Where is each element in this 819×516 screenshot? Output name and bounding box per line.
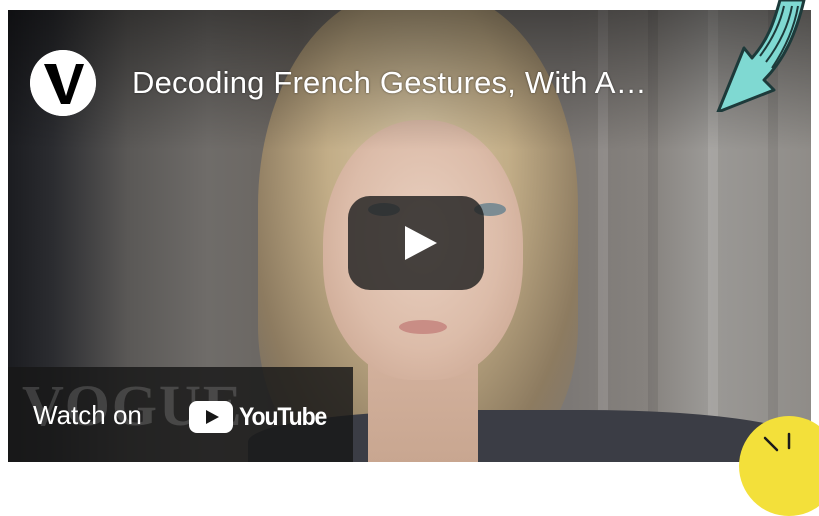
video-title[interactable]: Decoding French Gestures, With A…: [132, 65, 647, 101]
play-button[interactable]: [348, 196, 484, 290]
play-icon: [405, 226, 437, 260]
youtube-logo[interactable]: YouTube: [189, 401, 334, 433]
subject-lips: [399, 320, 447, 334]
channel-avatar[interactable]: [30, 50, 96, 116]
video-player[interactable]: Decoding French Gestures, With A… VOGUE …: [8, 10, 811, 462]
curved-arrow-icon: [716, 0, 806, 112]
vogue-v-logo-icon: [30, 50, 96, 116]
watch-on-label[interactable]: Watch on: [33, 400, 142, 431]
youtube-wordmark: YouTube: [239, 402, 327, 431]
youtube-logo-icon: [189, 401, 233, 433]
sparkle-icon: [763, 432, 791, 452]
